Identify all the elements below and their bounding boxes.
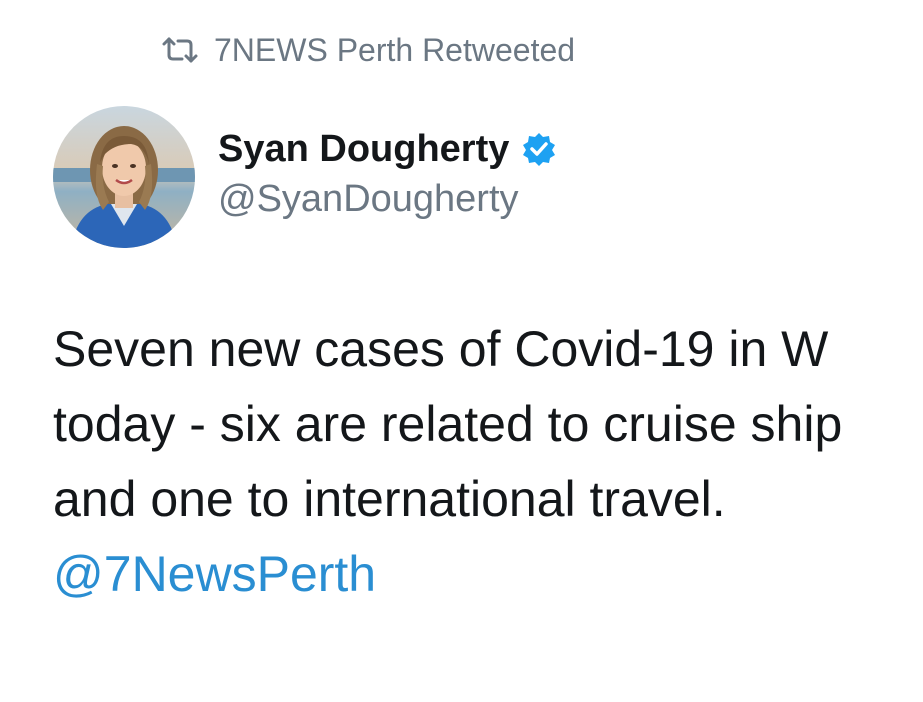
- tweet-card[interactable]: 7NEWS Perth Retweeted Syan Dougherty @Sy…: [0, 0, 923, 702]
- retweet-label: 7NEWS Perth Retweeted: [214, 31, 576, 68]
- display-name[interactable]: Syan Dougherty: [218, 128, 509, 171]
- tweet-text-line: and one to international travel.: [53, 471, 726, 527]
- user-handle[interactable]: @SyanDougherty: [218, 178, 557, 221]
- author-block[interactable]: Syan Dougherty @SyanDougherty: [218, 124, 557, 221]
- mention-link[interactable]: @7NewsPerth: [53, 537, 923, 612]
- tweet-text-line: Seven new cases of Covid-19 in W: [53, 321, 829, 377]
- retweet-context[interactable]: 7NEWS Perth Retweeted: [160, 28, 575, 72]
- retweet-icon: [160, 35, 200, 65]
- avatar[interactable]: [53, 106, 195, 248]
- tweet-text-line: today - six are related to cruise ship: [53, 396, 843, 452]
- verified-badge-icon: [521, 131, 557, 167]
- name-row[interactable]: Syan Dougherty: [218, 124, 557, 174]
- tweet-text: Seven new cases of Covid-19 in W today -…: [53, 312, 923, 612]
